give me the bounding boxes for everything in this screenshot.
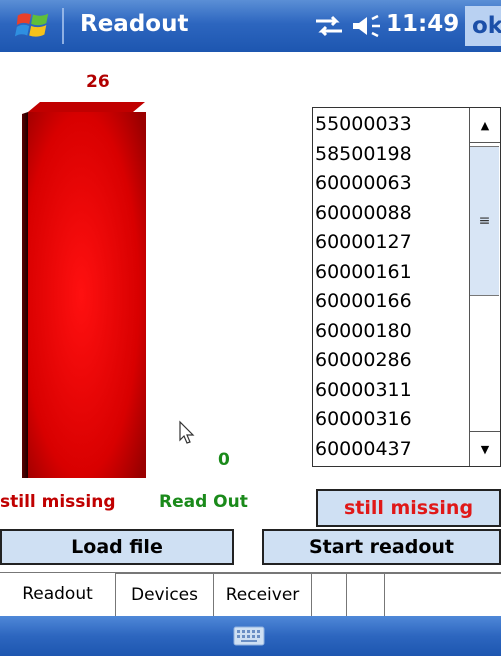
progress-bar-chart (22, 102, 146, 478)
list-item[interactable]: 60000316 (315, 405, 412, 435)
tab-receiver[interactable]: Receiver (214, 573, 312, 617)
keyboard-icon[interactable] (233, 626, 265, 646)
tab-readout[interactable]: Readout (0, 573, 116, 617)
list-item[interactable]: 60000127 (315, 228, 412, 258)
mouse-cursor-icon (179, 420, 195, 444)
ok-button[interactable]: ok (465, 6, 501, 46)
tab-empty-2[interactable] (347, 573, 385, 617)
list-item[interactable]: 58500198 (315, 140, 412, 170)
list-item[interactable]: 60000063 (315, 169, 412, 199)
title-separator (62, 8, 64, 44)
windows-start-icon[interactable] (14, 6, 52, 44)
bar-missing (22, 102, 146, 478)
volume-icon[interactable] (350, 14, 384, 38)
app-title: Readout (80, 11, 189, 37)
list-item[interactable]: 60000311 (315, 376, 412, 406)
menu-bar (0, 616, 501, 656)
list-item[interactable]: 60000180 (315, 317, 412, 347)
read-out-label: Read Out (159, 492, 248, 512)
load-file-button[interactable]: Load file (0, 529, 234, 565)
scroll-down-arrow-icon[interactable]: ▼ (470, 431, 500, 466)
list-item[interactable]: 60000437 (315, 435, 412, 465)
tag-list-items: 55000033 58500198 60000063 60000088 60000127… (315, 110, 412, 464)
list-item[interactable]: 55000033 (315, 110, 412, 140)
scroll-thumb[interactable]: ≡ (470, 146, 499, 296)
list-item[interactable]: 60000286 (315, 346, 412, 376)
status-button[interactable]: still missing (316, 489, 501, 527)
list-item[interactable]: 60000161 (315, 258, 412, 288)
list-item[interactable]: 60000088 (315, 199, 412, 229)
scroll-up-arrow-icon[interactable]: ▲ (470, 108, 500, 143)
clock[interactable]: 11:49 (386, 11, 459, 37)
title-bar: Readout 11:49 ok (0, 0, 501, 52)
connectivity-icon[interactable] (312, 14, 346, 38)
tab-empty-3[interactable] (385, 573, 501, 617)
list-item[interactable]: 60000166 (315, 287, 412, 317)
list-scrollbar[interactable]: ▲ ≡ ▼ (469, 108, 500, 466)
tag-list[interactable]: 55000033 58500198 60000063 60000088 60000127… (312, 107, 501, 467)
still-missing-label: still missing (0, 492, 116, 512)
readout-count: 0 (218, 450, 230, 470)
tab-bar: Readout Devices Receiver (0, 572, 501, 617)
tab-empty-1[interactable] (312, 573, 347, 617)
tab-devices[interactable]: Devices (116, 573, 214, 617)
missing-count: 26 (86, 72, 110, 92)
start-readout-button[interactable]: Start readout (262, 529, 501, 565)
